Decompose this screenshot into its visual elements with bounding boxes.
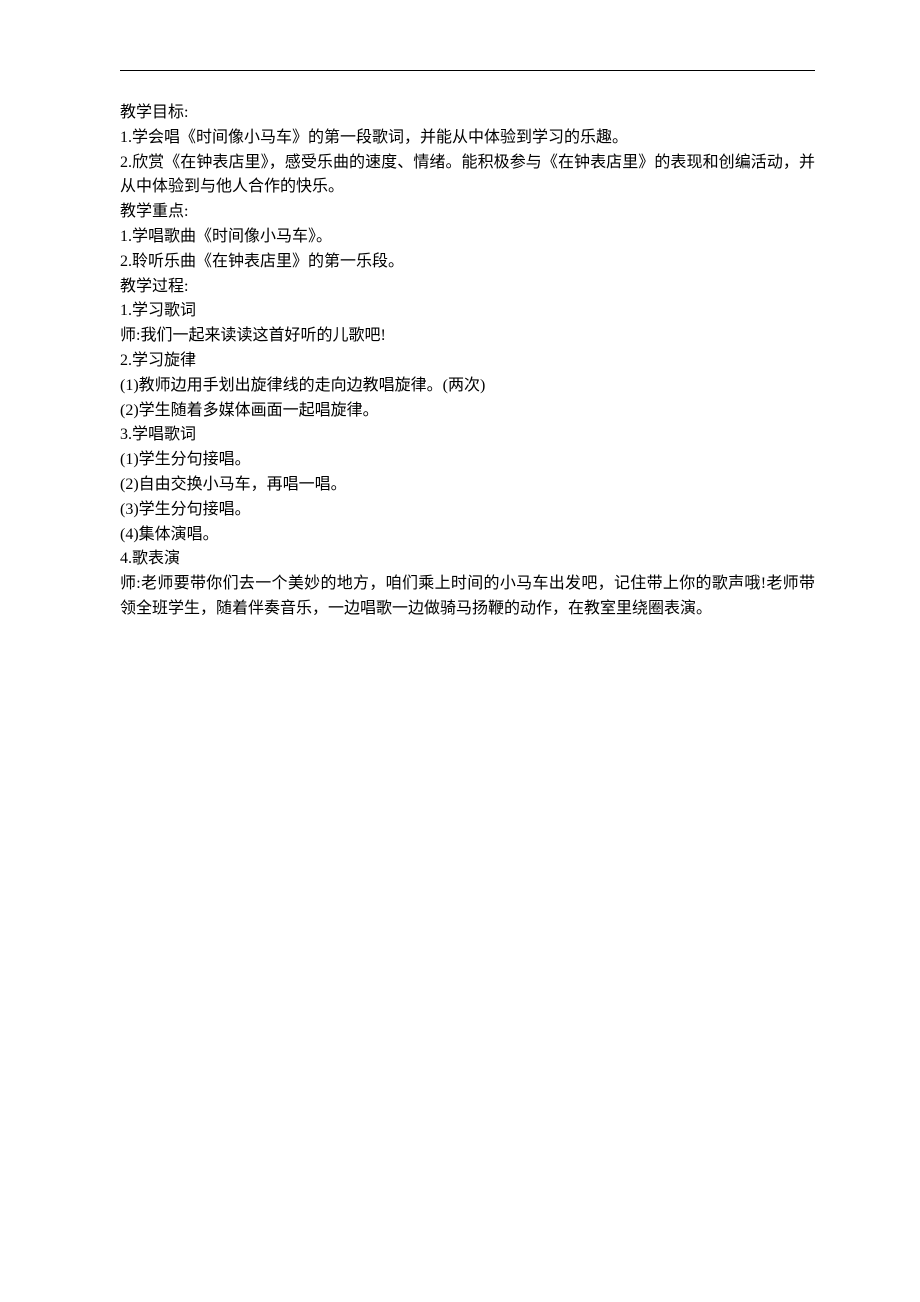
text-line: (2)学生随着多媒体画面一起唱旋律。 [120, 399, 815, 424]
text-line: 2.学习旋律 [120, 349, 815, 374]
text-line: 教学过程: [120, 275, 815, 300]
text-line: 1.学唱歌曲《时间像小马车》。 [120, 225, 815, 250]
horizontal-rule [120, 70, 815, 71]
text-line: 2.欣赏《在钟表店里》，感受乐曲的速度、情绪。能积极参与《在钟表店里》的表现和创… [120, 151, 815, 201]
document-body: 教学目标:1.学会唱《时间像小马车》的第一段歌词，并能从中体验到学习的乐趣。2.… [120, 101, 815, 622]
text-line: 师:我们一起来读读这首好听的儿歌吧! [120, 324, 815, 349]
text-line: 2.聆听乐曲《在钟表店里》的第一乐段。 [120, 250, 815, 275]
text-line: (3)学生分句接唱。 [120, 498, 815, 523]
text-line: 教学重点: [120, 200, 815, 225]
text-line: (1)教师边用手划出旋律线的走向边教唱旋律。(两次) [120, 374, 815, 399]
document-page: 教学目标:1.学会唱《时间像小马车》的第一段歌词，并能从中体验到学习的乐趣。2.… [0, 0, 920, 1302]
text-line: 1.学会唱《时间像小马车》的第一段歌词，并能从中体验到学习的乐趣。 [120, 126, 815, 151]
text-line: 教学目标: [120, 101, 815, 126]
text-line: 1.学习歌词 [120, 299, 815, 324]
text-line: 师:老师要带你们去一个美妙的地方，咱们乘上时间的小马车出发吧，记住带上你的歌声哦… [120, 572, 815, 622]
text-line: 3.学唱歌词 [120, 423, 815, 448]
text-line: (4)集体演唱。 [120, 523, 815, 548]
text-line: (2)自由交换小马车，再唱一唱。 [120, 473, 815, 498]
text-line: (1)学生分句接唱。 [120, 448, 815, 473]
text-line: 4.歌表演 [120, 547, 815, 572]
